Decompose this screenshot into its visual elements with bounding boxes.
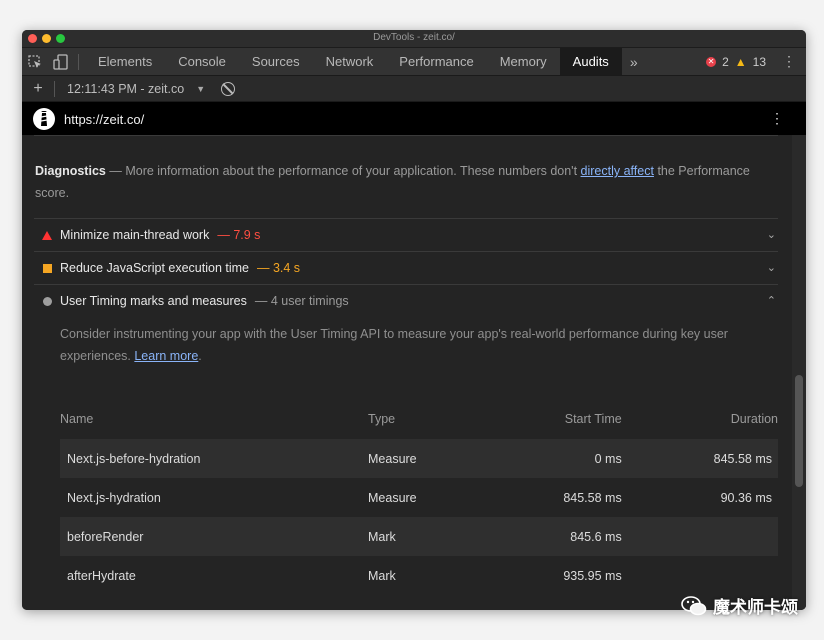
average-square-icon — [34, 263, 60, 273]
new-audit-button[interactable]: + — [22, 80, 54, 98]
diagnostics-title: Diagnostics — [35, 164, 106, 178]
description-period: . — [198, 349, 202, 363]
chevron-down-icon[interactable]: ⌄ — [767, 228, 776, 241]
table-row: Next.js-hydration Measure 845.58 ms 90.3… — [60, 478, 778, 517]
title-bar: DevTools - zeit.co/ — [22, 30, 806, 48]
timing-duration — [622, 556, 778, 595]
error-count: 2 — [722, 54, 729, 69]
column-header-name: Name — [60, 412, 94, 426]
report-selector[interactable]: 12:11:43 PM - zeit.co — [67, 82, 184, 96]
diagnostics-dash: — — [109, 164, 122, 178]
audit-display-value: — 7.9 s — [217, 228, 261, 242]
inspect-element-icon[interactable] — [22, 48, 48, 75]
device-toolbar-icon[interactable] — [48, 48, 74, 75]
column-header-duration: Duration — [730, 412, 778, 426]
toolbar-divider — [54, 80, 55, 97]
audit-display-value: — 4 user timings — [254, 294, 349, 308]
timing-start: 845.58 ms — [563, 490, 622, 505]
warning-count: 13 — [752, 54, 766, 69]
lighthouse-logo-icon — [33, 108, 55, 130]
timing-type: Measure — [368, 490, 417, 505]
audit-reduce-js-execution-time[interactable]: Reduce JavaScript execution time — 3.4 s… — [34, 251, 778, 284]
window-title: DevTools - zeit.co/ — [373, 32, 455, 43]
clear-all-icon[interactable] — [221, 81, 236, 96]
tab-network[interactable]: Network — [313, 48, 387, 75]
table-row: beforeRender Mark 845.6 ms — [60, 517, 778, 556]
audit-user-timings[interactable]: User Timing marks and measures — 4 user … — [34, 284, 778, 317]
user-timings-table: Name Type Start Time Duration Next.js-be… — [60, 399, 778, 595]
timing-name: afterHydrate — [67, 568, 136, 583]
timing-type: Measure — [368, 439, 480, 478]
audits-toolbar: + 12:11:43 PM - zeit.co ▼ — [22, 76, 806, 102]
table-row: Next.js-before-hydration Measure 0 ms 84… — [60, 439, 778, 478]
audit-minimize-main-thread-work[interactable]: Minimize main-thread work — 7.9 s ⌄ — [34, 218, 778, 251]
directly-affect-link[interactable]: directly affect — [581, 164, 654, 178]
timing-start: 0 ms — [480, 439, 622, 478]
audit-display-value: — 3.4 s — [256, 261, 301, 275]
table-row: afterHydrate Mark 935.95 ms — [60, 556, 778, 595]
tab-memory[interactable]: Memory — [487, 48, 560, 75]
issue-counts[interactable]: ✕ 2 ▲ 13 — [706, 48, 766, 75]
scrollbar-thumb[interactable] — [795, 375, 803, 487]
column-header-type: Type — [368, 412, 396, 426]
panel-tab-bar: Elements Console Sources Network Perform… — [22, 48, 806, 76]
watermark-text: 魔术师卡颂 — [713, 598, 798, 617]
tab-console[interactable]: Console — [165, 48, 239, 75]
timing-start: 935.95 ms — [563, 568, 622, 583]
info-circle-icon — [34, 296, 60, 306]
tab-elements[interactable]: Elements — [85, 48, 165, 75]
tab-performance[interactable]: Performance — [386, 48, 486, 75]
report-menu-icon[interactable]: ⋮ — [770, 111, 784, 125]
audit-title: Minimize main-thread work — [60, 228, 210, 242]
customize-devtools-menu-icon[interactable]: ⋮ — [782, 54, 796, 68]
more-tabs-button[interactable]: » — [622, 54, 646, 70]
wechat-icon — [681, 595, 707, 616]
learn-more-link[interactable]: Learn more — [134, 349, 198, 363]
warning-icon: ▲ — [734, 54, 747, 69]
user-timing-description: Consider instrumenting your app with the… — [60, 317, 778, 367]
watermark: 魔术师卡颂 — [681, 593, 798, 618]
chevron-down-icon[interactable]: ▼ — [196, 84, 205, 94]
timing-type: Mark — [368, 517, 480, 556]
diagnostics-description: More information about the performance o… — [125, 164, 578, 178]
timing-name: Next.js-before-hydration — [60, 439, 368, 478]
timing-duration: 845.58 ms — [621, 439, 778, 478]
timing-start: 845.6 ms — [480, 517, 622, 556]
audit-title: User Timing marks and measures — [60, 294, 247, 308]
report-url-bar: https://zeit.co/ ⋮ — [22, 102, 806, 136]
timing-name: beforeRender — [60, 517, 368, 556]
chevron-up-icon[interactable]: ⌃ — [767, 294, 776, 307]
column-header-start-time: Start Time — [564, 412, 622, 426]
vertical-scrollbar[interactable] — [792, 135, 806, 610]
fail-triangle-icon — [34, 230, 60, 240]
report-url: https://zeit.co/ — [64, 111, 145, 127]
diagnostics-header: Diagnostics — More information about the… — [35, 136, 778, 218]
timing-type: Mark — [368, 568, 396, 583]
timing-duration — [621, 517, 778, 556]
error-icon: ✕ — [706, 56, 717, 67]
chevron-down-icon[interactable]: ⌄ — [767, 261, 776, 274]
devtools-window: DevTools - zeit.co/ Elements Console Sou… — [22, 30, 806, 610]
tab-sources[interactable]: Sources — [239, 48, 313, 75]
timing-name: Next.js-hydration — [67, 490, 161, 505]
table-header-row: Name Type Start Time Duration — [60, 399, 778, 439]
toolbar-divider — [78, 53, 79, 70]
audit-title: Reduce JavaScript execution time — [60, 261, 249, 275]
tab-audits[interactable]: Audits — [559, 48, 622, 75]
report-content: Diagnostics — More information about the… — [22, 135, 806, 610]
timing-duration: 90.36 ms — [720, 490, 772, 505]
